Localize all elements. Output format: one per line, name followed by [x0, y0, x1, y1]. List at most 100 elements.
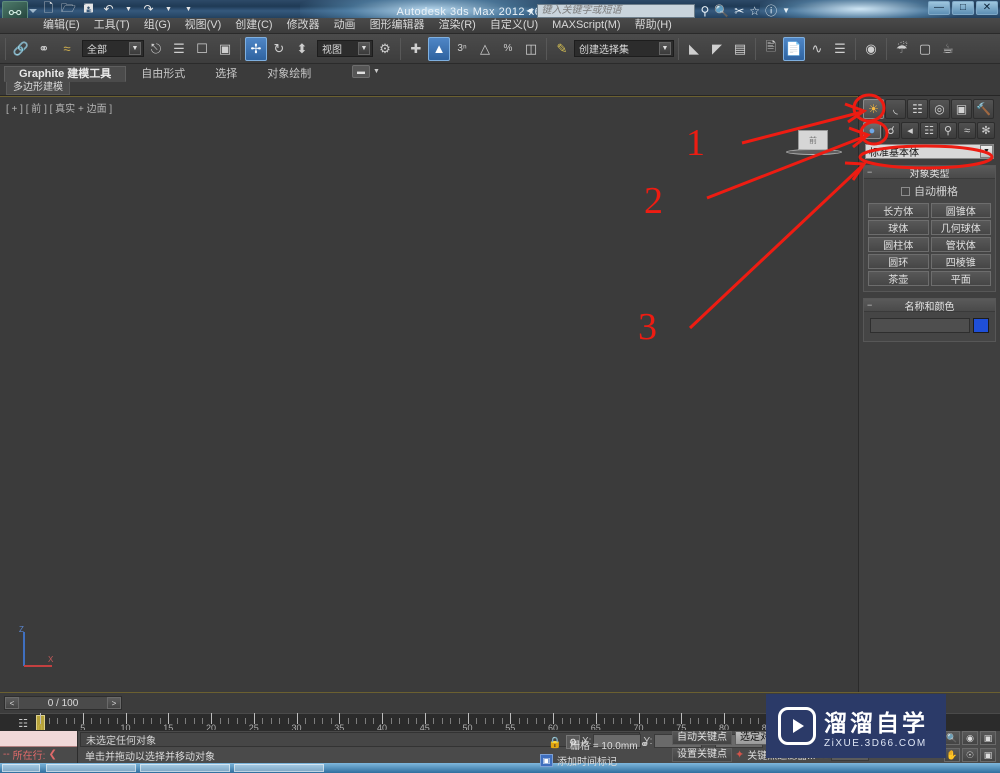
systems-icon[interactable]: ✻: [977, 122, 995, 139]
space-warps-icon[interactable]: ≈: [958, 122, 976, 139]
set-key-button[interactable]: 设置关键点: [672, 747, 732, 762]
redo-icon[interactable]: ↷: [140, 2, 157, 17]
select-object-icon[interactable]: ⎋: [145, 37, 167, 61]
maximize-viewport-toggle-icon[interactable]: ▣: [980, 748, 996, 762]
select-and-move-icon[interactable]: ✢: [245, 36, 267, 61]
set-key-toggle-icon[interactable]: ✦: [735, 748, 744, 761]
select-and-rotate-icon[interactable]: ↻: [268, 37, 290, 61]
modify-tab-icon[interactable]: ◟: [885, 99, 906, 119]
minimize-button[interactable]: —: [928, 1, 950, 15]
rendered-frame-window-icon[interactable]: ▢: [914, 37, 936, 61]
taskbar-item-2[interactable]: [140, 764, 230, 772]
redo-dropdown-icon[interactable]: ▼: [160, 2, 177, 17]
menu-item-customize[interactable]: 自定义(U): [483, 18, 545, 33]
open-mini-curve-editor-icon[interactable]: ☷: [14, 716, 32, 730]
viewport-front[interactable]: [ + ] [ 前 ] [ 真实 + 边面 ] Z X 前: [0, 96, 858, 692]
object-button-cone[interactable]: 圆锥体: [930, 203, 991, 218]
menu-item-rendering[interactable]: 渲染(R): [432, 18, 483, 33]
menu-item-group[interactable]: 组(G): [137, 18, 178, 33]
category-dropdown[interactable]: 标准基本体 ▼: [865, 144, 994, 159]
hierarchy-tab-icon[interactable]: ☷: [907, 99, 928, 119]
name-and-color-header[interactable]: − 名称和颜色: [864, 299, 995, 313]
menu-item-animation[interactable]: 动画: [327, 18, 363, 33]
render-production-icon[interactable]: ☕: [937, 37, 959, 61]
autogrid-row[interactable]: 自动栅格: [868, 183, 991, 199]
star-icon[interactable]: ☆: [749, 4, 760, 18]
selection-filter-dropdown[interactable]: 全部 ▼: [82, 40, 144, 57]
rectangular-selection-region-icon[interactable]: ☐: [191, 37, 213, 61]
qat-customize-icon[interactable]: ▼: [180, 2, 197, 17]
object-button-box[interactable]: 长方体: [868, 203, 929, 218]
binoculars-icon[interactable]: ⚲: [700, 4, 709, 18]
rollout-collapse-icon[interactable]: −: [867, 167, 872, 177]
menu-item-views[interactable]: 视图(V): [178, 18, 229, 33]
object-button-cylinder[interactable]: 圆柱体: [868, 237, 929, 252]
motion-tab-icon[interactable]: ◎: [929, 99, 950, 119]
ribbon-tab-object-paint[interactable]: 对象绘制: [252, 66, 326, 82]
app-menu-arrow-icon[interactable]: [29, 9, 37, 13]
listener-expand-icon[interactable]: ❮: [48, 749, 56, 760]
previous-frame-button[interactable]: <: [5, 697, 19, 709]
percent-snap-icon[interactable]: %: [497, 37, 519, 61]
object-name-input[interactable]: [870, 318, 970, 333]
select-and-scale-icon[interactable]: ⬍: [291, 37, 313, 61]
window-crossing-icon[interactable]: ▣: [214, 37, 236, 61]
menu-item-create[interactable]: 创建(C): [228, 18, 279, 33]
menu-item-help[interactable]: 帮助(H): [628, 18, 679, 33]
orbit-icon[interactable]: ☉: [962, 748, 978, 762]
viewport-label[interactable]: [ + ] [ 前 ] [ 真实 + 边面 ]: [6, 100, 112, 115]
current-frame-display[interactable]: 0 / 100: [19, 698, 107, 709]
key-mode-icon[interactable]: ⚭: [640, 738, 656, 751]
taskbar-item-1[interactable]: [46, 764, 136, 772]
trim-icon[interactable]: ✂: [734, 4, 744, 18]
scene-explorer-icon[interactable]: 📄: [783, 36, 805, 61]
bind-to-space-warp-icon[interactable]: ≈: [56, 37, 78, 61]
object-button-teapot[interactable]: 茶壶: [868, 271, 929, 286]
close-button[interactable]: ✕: [976, 1, 998, 15]
zoom-all-icon[interactable]: ◉: [962, 731, 978, 745]
open-icon[interactable]: 🗁: [60, 1, 77, 17]
menu-item-edit[interactable]: 编辑(E): [36, 18, 87, 33]
next-frame-button[interactable]: >: [107, 697, 121, 709]
align-icon[interactable]: ◤: [706, 37, 728, 61]
zoom-extents-icon[interactable]: ▣: [980, 731, 996, 745]
zoom-icon[interactable]: 🔍: [944, 731, 960, 745]
create-tab-icon[interactable]: ☀: [863, 99, 884, 119]
menu-item-modifiers[interactable]: 修改器: [280, 18, 327, 33]
select-and-link-icon[interactable]: 🔗: [10, 37, 32, 61]
add-time-tag-icon[interactable]: ▣: [540, 754, 553, 767]
object-type-header[interactable]: − 对象类型: [864, 166, 995, 180]
ribbon-subtab-polygon-modeling[interactable]: 多边形建模: [6, 82, 70, 95]
search-input[interactable]: 键入关键字或短语: [537, 3, 696, 18]
named-selection-set-dropdown[interactable]: 创建选择集 ▼: [574, 40, 674, 57]
ribbon-tab-graphite-modeling[interactable]: Graphite 建模工具: [4, 66, 127, 82]
use-pivot-point-center-icon[interactable]: ⚙: [374, 37, 396, 61]
ribbon-tab-selection[interactable]: 选择: [200, 66, 252, 82]
shapes-icon[interactable]: ☌: [882, 122, 900, 139]
rollout-collapse-icon-2[interactable]: −: [867, 300, 872, 310]
snap-toggle-icon[interactable]: ✚: [405, 37, 427, 61]
utilities-tab-icon[interactable]: 🔨: [973, 99, 994, 119]
display-tab-icon[interactable]: ▣: [951, 99, 972, 119]
auto-key-button[interactable]: 自动关键点: [672, 731, 732, 745]
maximize-button[interactable]: □: [952, 1, 974, 15]
select-by-name-icon[interactable]: ☰: [168, 37, 190, 61]
ribbon-minimize-icon[interactable]: ▬: [352, 65, 370, 78]
object-button-tube[interactable]: 管状体: [930, 237, 991, 252]
taskbar-start-button[interactable]: [2, 764, 40, 772]
mirror-icon[interactable]: ◣: [683, 37, 705, 61]
render-setup-icon[interactable]: ☔: [891, 37, 913, 61]
help-icon[interactable]: ⓘ: [765, 2, 777, 18]
lights-icon[interactable]: ◂: [901, 122, 919, 139]
lock-selection-icon[interactable]: 🔒: [548, 735, 562, 749]
undo-dropdown-icon[interactable]: ▼: [120, 2, 137, 17]
cameras-icon[interactable]: ☷: [920, 122, 938, 139]
magnifier-icon[interactable]: 🔍: [714, 4, 729, 18]
object-button-geosphere[interactable]: 几何球体: [930, 220, 991, 235]
viewcube-icon[interactable]: 前: [798, 130, 828, 150]
menu-item-maxscript[interactable]: MAXScript(M): [545, 18, 627, 33]
undo-icon[interactable]: ↶: [100, 2, 117, 17]
object-button-torus[interactable]: 圆环: [868, 254, 929, 269]
material-editor-icon[interactable]: ◉: [860, 37, 882, 61]
menu-item-tools[interactable]: 工具(T): [87, 18, 137, 33]
